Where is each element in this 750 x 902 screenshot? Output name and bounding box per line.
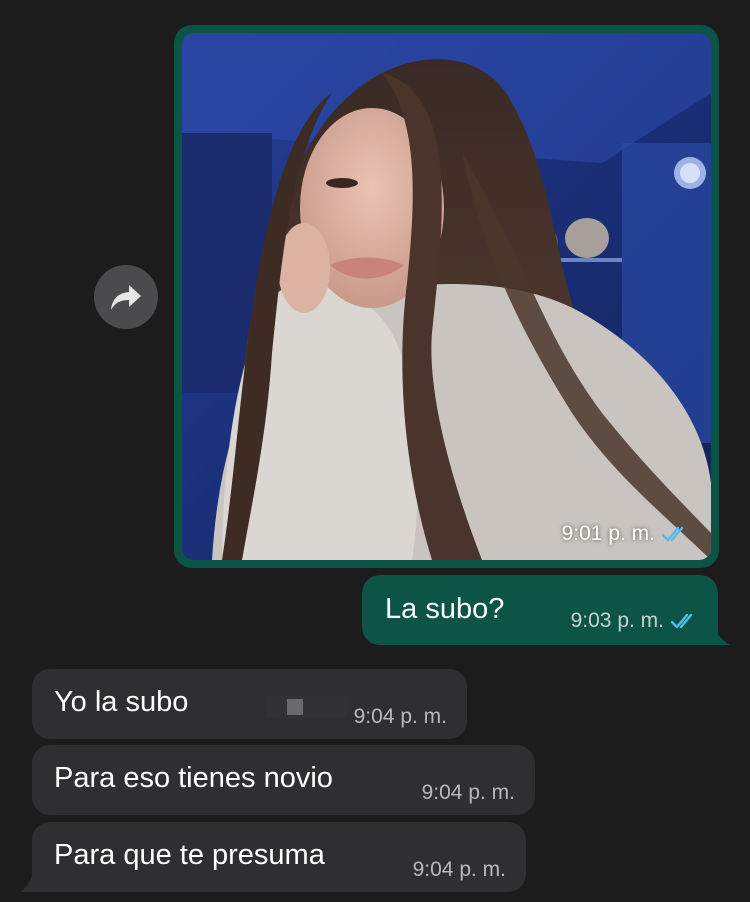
forward-arrow-icon <box>111 285 141 310</box>
incoming-message-time: 9:04 p. m. <box>412 858 506 881</box>
incoming-message-text: Para que te presuma <box>54 839 325 871</box>
image-message-meta: 9:01 p. m. <box>562 522 691 546</box>
incoming-message-bubble[interactable]: Para eso tienes novio 9:04 p. m. <box>32 745 535 815</box>
outgoing-message-time: 9:03 p. m. <box>570 609 664 632</box>
incoming-message-time: 9:04 p. m. <box>421 781 515 804</box>
incoming-message-bubble[interactable]: Para que te presuma 9:04 p. m. <box>32 822 526 892</box>
outgoing-message-meta: 9:03 p. m. <box>571 609 700 633</box>
incoming-message-bubble[interactable]: Yo la subo 9:04 p. m. <box>32 669 467 739</box>
forward-button[interactable] <box>94 265 158 329</box>
double-check-read-icon <box>661 526 684 542</box>
image-message-bubble[interactable]: 9:01 p. m. <box>174 25 719 568</box>
redacted-emoji <box>267 696 347 718</box>
chat-conversation: 9:01 p. m. La subo? 9:03 p. m. Yo la sub… <box>0 0 750 902</box>
outgoing-bubble-tail <box>700 617 730 645</box>
incoming-message-text: Yo la subo <box>54 686 189 718</box>
outgoing-message-bubble[interactable]: La subo? 9:03 p. m. <box>362 575 718 645</box>
double-check-read-icon <box>670 613 693 629</box>
incoming-bubble-tail <box>20 868 46 892</box>
incoming-message-text: Para eso tienes novio <box>54 762 333 794</box>
incoming-message-time: 9:04 p. m. <box>353 705 447 728</box>
image-message-time: 9:01 p. m. <box>561 522 655 545</box>
outgoing-message-text: La subo? <box>385 593 505 625</box>
shared-photo[interactable]: 9:01 p. m. <box>182 33 711 560</box>
